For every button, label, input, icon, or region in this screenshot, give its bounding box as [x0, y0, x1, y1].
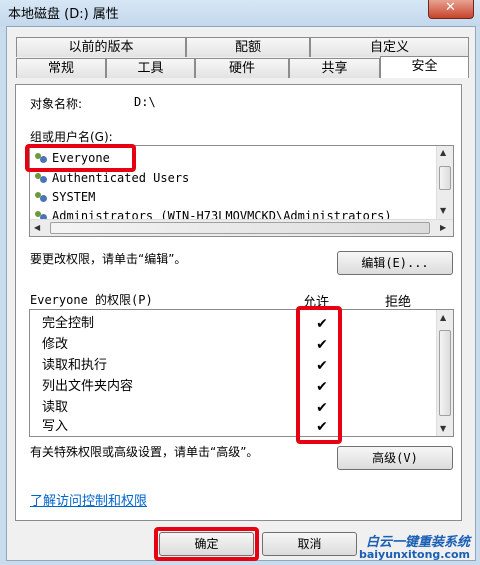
- list-item-user[interactable]: SYSTEM: [34, 188, 95, 206]
- permission-row: 读取和执行 ✔: [42, 356, 422, 376]
- groups-listbox[interactable]: Everyone Authenticated Users SYSTEM Admi…: [29, 145, 454, 237]
- ok-button[interactable]: 确定: [159, 532, 254, 556]
- list-item-user[interactable]: Everyone: [34, 149, 110, 167]
- access-control-help-link[interactable]: 了解访问控制和权限: [30, 490, 147, 509]
- scroll-thumb[interactable]: [439, 166, 451, 190]
- scroll-thumb[interactable]: [439, 330, 451, 416]
- tab-customize[interactable]: 自定义: [310, 37, 469, 57]
- close-button[interactable]: ✕: [428, 0, 474, 19]
- window-title: 本地磁盘 (D:) 属性: [8, 7, 119, 22]
- title-bar: 本地磁盘 (D:) 属性 ✕: [0, 0, 480, 26]
- allow-check-icon: ✔: [316, 379, 328, 395]
- user-group-icon: [34, 172, 48, 185]
- user-group-icon: [34, 191, 48, 204]
- permission-row: 完全控制 ✔: [42, 314, 422, 334]
- groups-label: 组或用户名(G):: [30, 130, 113, 144]
- edit-button[interactable]: 编辑(E)...: [337, 251, 453, 275]
- tab-hardware[interactable]: 硬件: [195, 58, 289, 78]
- advanced-hint: 有关特殊权限或高级设置，请单击“高级”。: [30, 445, 259, 459]
- allow-check-icon: ✔: [316, 316, 328, 332]
- allow-column-header: 允许: [303, 295, 330, 310]
- scroll-up-icon[interactable]: ▲: [440, 313, 446, 322]
- allow-check-icon: ✔: [316, 419, 328, 435]
- tab-general[interactable]: 常规: [16, 58, 106, 78]
- permissions-header: Everyone 的权限(P): [30, 293, 153, 307]
- allow-check-icon: ✔: [316, 400, 328, 416]
- watermark: 白云一键重装系统 baiyunxitong.com: [304, 531, 476, 561]
- tab-sharing[interactable]: 共享: [289, 58, 380, 78]
- groups-horizontal-scrollbar[interactable]: ◀ ▶: [30, 219, 453, 236]
- tab-security[interactable]: 安全: [380, 56, 469, 78]
- permissions-vertical-scrollbar[interactable]: ▲ ▼: [436, 310, 453, 436]
- tab-previous-versions[interactable]: 以前的版本: [16, 37, 186, 57]
- permission-row: 读取 ✔: [42, 398, 422, 418]
- permissions-listbox[interactable]: 完全控制 ✔ 修改 ✔ 读取和执行 ✔ 列出文件夹内容 ✔ 读取 ✔ 写入 ✔ ▲ ▼: [29, 309, 454, 437]
- permission-row: 列出文件夹内容 ✔: [42, 377, 422, 397]
- scroll-right-icon[interactable]: ▶: [440, 223, 446, 232]
- scroll-left-icon[interactable]: ◀: [34, 223, 40, 232]
- groups-vertical-scrollbar[interactable]: ▲ ▼: [436, 146, 453, 221]
- advanced-button[interactable]: 高级(V): [337, 446, 453, 470]
- permission-row: 写入 ✔: [42, 417, 422, 436]
- tab-quota[interactable]: 配额: [186, 37, 310, 57]
- hscroll-thumb[interactable]: [50, 222, 430, 234]
- scroll-down-icon[interactable]: ▼: [440, 206, 446, 215]
- user-group-icon: [34, 152, 48, 165]
- allow-check-icon: ✔: [316, 337, 328, 353]
- allow-check-icon: ✔: [316, 358, 328, 374]
- scroll-down-icon[interactable]: ▼: [440, 424, 446, 433]
- watermark-url: baiyunxitong.com: [358, 548, 470, 561]
- edit-hint: 要更改权限，请单击“编辑”。: [30, 252, 187, 266]
- object-name-value: D:\: [134, 95, 156, 109]
- object-name-label: 对象名称:: [30, 97, 83, 111]
- permission-row: 修改 ✔: [42, 335, 422, 355]
- deny-column-header: 拒绝: [385, 295, 412, 310]
- close-icon: ✕: [445, 0, 456, 15]
- list-item-user[interactable]: Authenticated Users: [34, 169, 189, 187]
- tab-tools[interactable]: 工具: [106, 58, 195, 78]
- scroll-up-icon[interactable]: ▲: [440, 148, 446, 157]
